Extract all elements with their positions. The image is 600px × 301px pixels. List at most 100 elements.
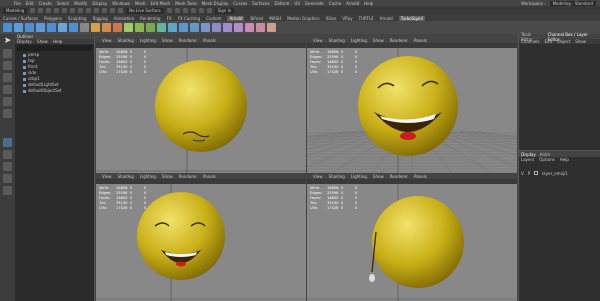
shelf-tab-rendering[interactable]: Rendering: [140, 16, 160, 21]
render-icon[interactable]: [174, 8, 180, 13]
select-tool-icon[interactable]: ➤: [3, 37, 12, 46]
shelf-tab-rigging[interactable]: Rigging: [93, 16, 108, 21]
side-by-side-layout-icon[interactable]: [3, 162, 12, 171]
shelf-tab-sculpting[interactable]: Sculpting: [68, 16, 87, 21]
viewport-top-right[interactable]: View Shading Lighting Show Renderer Panels Ver…: [307, 38, 517, 173]
menu-mesh-tools[interactable]: Mesh Tools: [175, 1, 197, 6]
superellipse-icon[interactable]: [80, 23, 89, 32]
menu-windows[interactable]: Windows: [112, 1, 130, 6]
live-surface-dropdown[interactable]: No Live Surface: [126, 7, 164, 14]
shelf-tab-fx[interactable]: FX: [167, 16, 172, 21]
poly-plane-icon[interactable]: [58, 23, 67, 32]
open-scene-icon[interactable]: [38, 8, 44, 13]
channel-menu-show[interactable]: Show: [575, 39, 586, 44]
viewport-bottom-right[interactable]: View Shading Lighting Show Renderer Panels Ver…: [307, 174, 517, 301]
menu-uv[interactable]: UV: [294, 1, 300, 6]
shelf-tab-polygons[interactable]: Polygons: [44, 16, 62, 21]
shelf-tab-turtle[interactable]: TURTLE: [359, 16, 374, 21]
shelf-tab-custom[interactable]: Custom: [206, 16, 221, 21]
ipr-render-icon[interactable]: [182, 8, 188, 13]
smooth-icon[interactable]: [135, 23, 144, 32]
reduce-icon[interactable]: [146, 23, 155, 32]
sign-in-dropdown[interactable]: Sign In: [214, 7, 235, 14]
menu-surfaces[interactable]: Surfaces: [252, 1, 269, 6]
paint-select-icon[interactable]: [3, 61, 12, 70]
menu-generate[interactable]: Generate: [305, 1, 324, 6]
outliner-item[interactable]: defaultObjectSet: [15, 88, 94, 94]
menu-create[interactable]: Create: [38, 1, 51, 6]
layer-menu-help[interactable]: Help: [560, 157, 569, 162]
snap-surface-icon[interactable]: [118, 8, 124, 13]
layer-menu-options[interactable]: Options: [539, 157, 554, 162]
menu-modify[interactable]: Modify: [74, 1, 87, 6]
booleans-icon[interactable]: [124, 23, 133, 32]
outliner-menu-display[interactable]: Display: [17, 39, 32, 44]
mirror-icon[interactable]: [157, 23, 166, 32]
combine-icon[interactable]: [91, 23, 100, 32]
shelf-tab-arnold[interactable]: Arnold: [227, 15, 245, 21]
extrude-icon[interactable]: [168, 23, 177, 32]
menu-curves[interactable]: Curves: [233, 1, 247, 6]
shelf-tab-arnold[interactable]: Arnold: [380, 16, 393, 21]
layer-playback-toggle[interactable]: P: [528, 171, 530, 176]
menu-mesh-display[interactable]: Mesh Display: [202, 1, 229, 6]
lasso-tool-icon[interactable]: [3, 49, 12, 58]
snap-grid-icon[interactable]: [94, 8, 100, 13]
layer-visibility-toggle[interactable]: V: [521, 171, 524, 176]
redo-icon[interactable]: [62, 8, 68, 13]
bridge-icon[interactable]: [179, 23, 188, 32]
planar-mapping-icon[interactable]: [256, 23, 265, 32]
shelf-tab-turbosquid[interactable]: TurboSquid: [398, 15, 425, 21]
snap-curve-icon[interactable]: [102, 8, 108, 13]
viewport-bottom-left[interactable]: View Shading Lighting Show Renderer Panels Ver…: [96, 174, 306, 301]
shelf-tab-vray[interactable]: VRay: [342, 16, 352, 21]
outliner-menu-help[interactable]: Help: [53, 39, 62, 44]
snap-point-icon[interactable]: [110, 8, 116, 13]
select-component-icon[interactable]: [86, 8, 92, 13]
single-perspective-layout-icon[interactable]: [3, 138, 12, 147]
shelf-tab-bifrost[interactable]: Bifrost: [250, 16, 263, 21]
new-scene-icon[interactable]: [30, 8, 36, 13]
shelf-tab-fx-caching[interactable]: FX Caching: [178, 16, 200, 21]
undo-icon[interactable]: [54, 8, 60, 13]
tab-anim[interactable]: Anim: [540, 152, 550, 157]
extract-icon[interactable]: [113, 23, 122, 32]
poly-torus-icon[interactable]: [47, 23, 56, 32]
menu-set-dropdown[interactable]: Modeling: [3, 7, 28, 14]
poly-cylinder-icon[interactable]: [25, 23, 34, 32]
channel-menu-channels[interactable]: Channels: [521, 39, 540, 44]
move-tool-icon[interactable]: [3, 73, 12, 82]
outliner-search-input[interactable]: [17, 45, 92, 51]
layer-menu-layers[interactable]: Layers: [521, 157, 534, 162]
layer-row[interactable]: V P layer_emoji1: [519, 170, 600, 176]
menu-cache[interactable]: Cache: [329, 1, 341, 6]
tab-display[interactable]: Display: [521, 152, 536, 157]
viewport-top-left[interactable]: View Shading Lighting Show Renderer Panels Ver…: [96, 38, 306, 173]
menu-edit[interactable]: Edit: [26, 1, 34, 6]
outliner-menu-show[interactable]: Show: [37, 39, 48, 44]
shelf-tab-motion-graphics[interactable]: Motion Graphics: [287, 16, 320, 21]
separate-icon[interactable]: [102, 23, 111, 32]
shelf-tab-mash[interactable]: MASH: [269, 16, 281, 21]
shelf-tab-curves-surfaces[interactable]: Curves / Surfaces: [3, 16, 38, 21]
tab-channel-box[interactable]: Channel Box / Layer Editor: [548, 32, 600, 42]
rotate-tool-icon[interactable]: [3, 85, 12, 94]
poly-cone-icon[interactable]: [36, 23, 45, 32]
menu-deform[interactable]: Deform: [274, 1, 289, 6]
persp-graph-layout-icon[interactable]: [3, 186, 12, 195]
menu-edit-mesh[interactable]: Edit Mesh: [151, 1, 171, 6]
automatic-mapping-icon[interactable]: [267, 23, 276, 32]
menu-arnold[interactable]: Arnold: [346, 1, 359, 6]
menu-help[interactable]: Help: [364, 1, 373, 6]
history-icon[interactable]: [166, 8, 172, 13]
poly-disc-icon[interactable]: [69, 23, 78, 32]
render-settings-icon[interactable]: [190, 8, 196, 13]
quad-draw-icon[interactable]: [234, 23, 243, 32]
menu-display[interactable]: Display: [92, 1, 107, 6]
four-view-layout-icon[interactable]: [3, 150, 12, 159]
hypershade-icon[interactable]: [198, 8, 204, 13]
poly-cube-icon[interactable]: [14, 23, 23, 32]
save-scene-icon[interactable]: [46, 8, 52, 13]
target-weld-icon[interactable]: [212, 23, 221, 32]
persp-outliner-layout-icon[interactable]: [3, 174, 12, 183]
